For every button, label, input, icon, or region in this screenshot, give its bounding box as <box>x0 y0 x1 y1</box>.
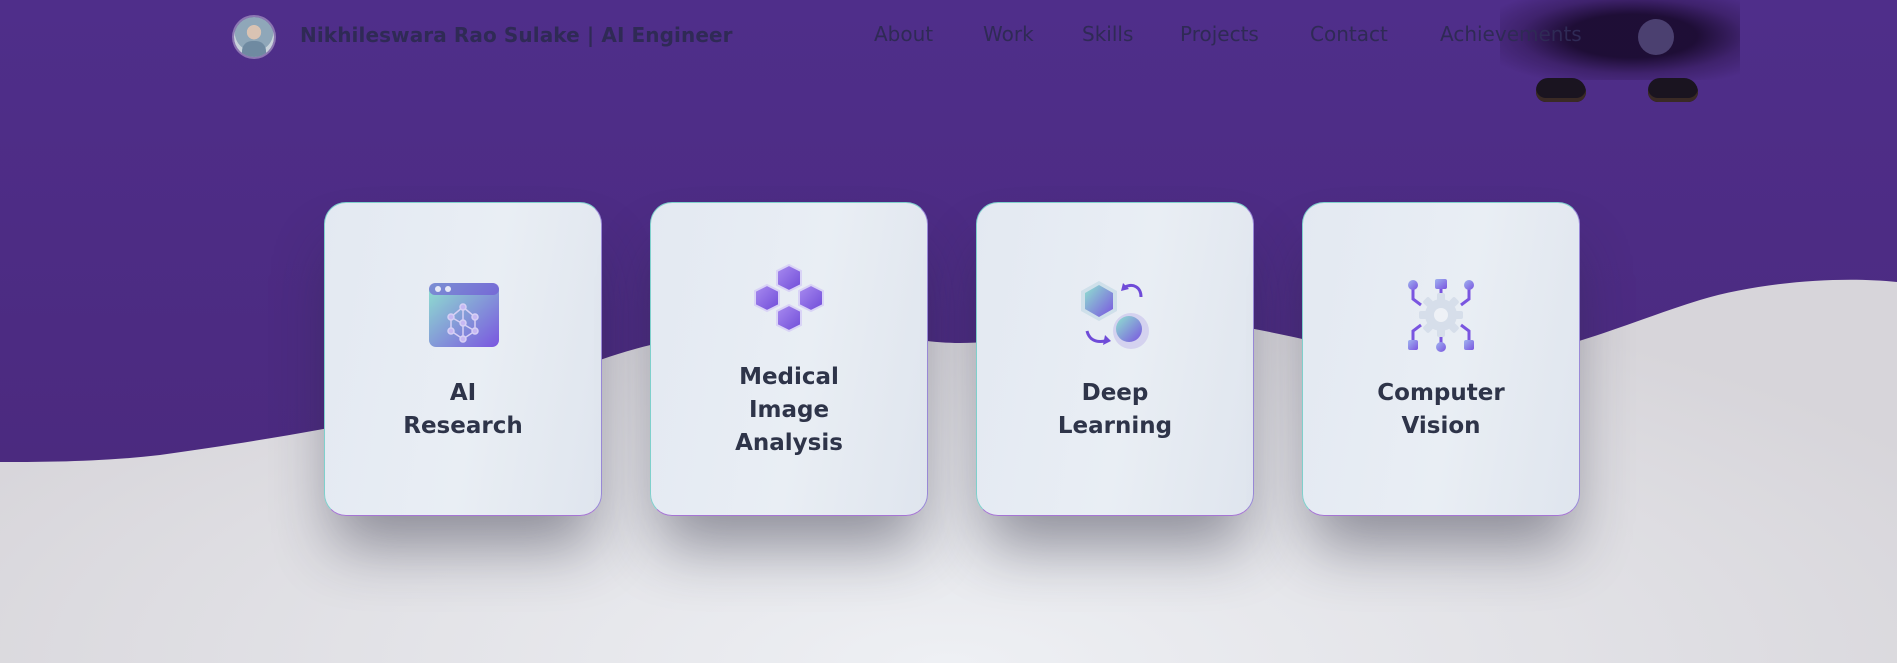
card-title: Medical Image Analysis <box>735 363 843 456</box>
nav-menu: About Work Skills Projects Contact Achie… <box>0 22 1897 52</box>
card-title: Computer Vision <box>1377 380 1505 439</box>
card-deep-learning[interactable]: Deep Learning <box>976 202 1254 516</box>
nav-link-work[interactable]: Work <box>983 22 1034 46</box>
wave-divider <box>0 0 1897 663</box>
card-title: Deep Learning <box>1057 380 1173 439</box>
nav-link-achievements[interactable]: Achievements <box>1440 22 1582 46</box>
hero-background <box>0 0 1897 663</box>
ai-research-browser-icon <box>429 283 499 347</box>
card-medical-image-analysis[interactable]: Medical Image Analysis <box>650 202 928 516</box>
top-navigation: Nikhileswara Rao Sulake | AI Engineer Ab… <box>0 0 1897 102</box>
cubes-cluster-icon <box>754 263 824 332</box>
nav-link-projects[interactable]: Projects <box>1180 22 1259 46</box>
decorative-shoe <box>1536 78 1586 102</box>
decorative-shoe <box>1648 78 1698 102</box>
cube-cycle-icon <box>1081 281 1149 349</box>
nav-link-contact[interactable]: Contact <box>1310 22 1388 46</box>
nav-link-about[interactable]: About <box>874 22 933 46</box>
theme-toggle-button[interactable] <box>1638 19 1674 55</box>
card-computer-vision[interactable]: Computer Vision <box>1302 202 1580 516</box>
gear-network-icon <box>1408 279 1474 352</box>
nav-link-skills[interactable]: Skills <box>1082 22 1133 46</box>
card-ai-research[interactable]: AI Research <box>324 202 602 516</box>
card-title: AI Research <box>403 380 523 439</box>
